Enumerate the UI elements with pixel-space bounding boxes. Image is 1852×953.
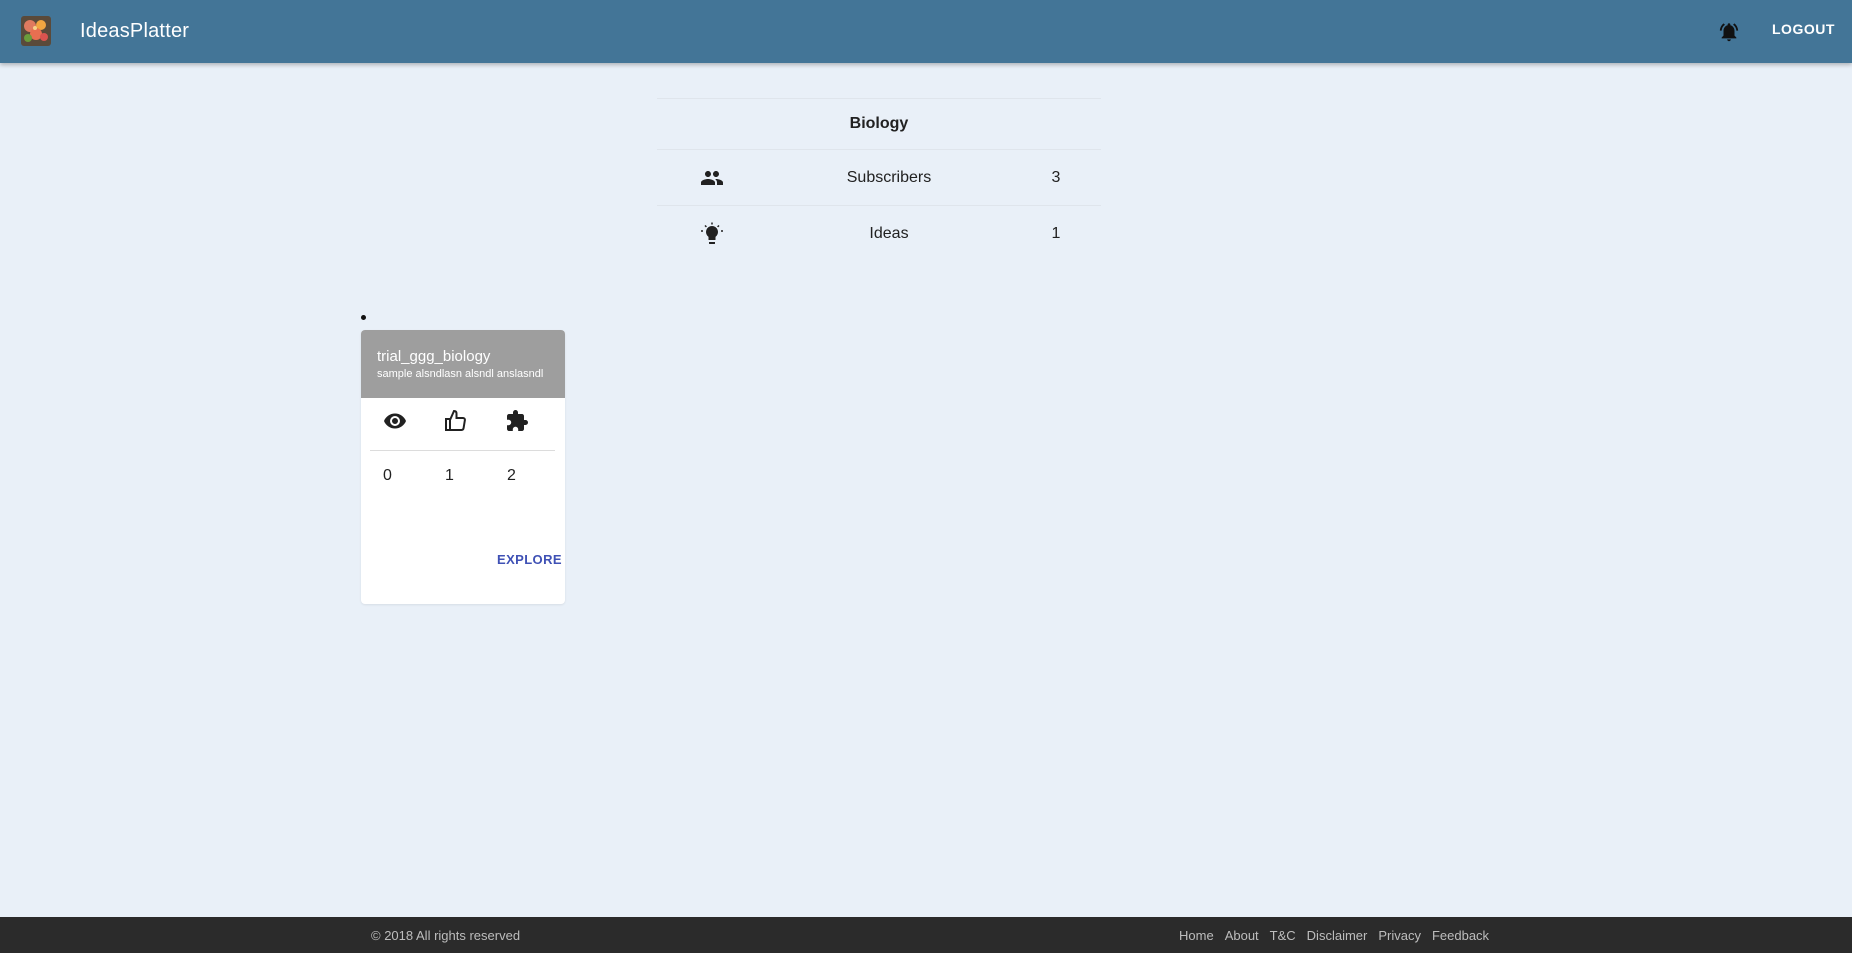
contributions-count: 2 [507,467,516,484]
topic-summary-table: Biology Subscribers 3 Ideas 1 [657,98,1101,261]
subscribers-label: Subscribers [846,168,932,186]
idea-card: trial_ggg_biology sample alsndlasn alsnd… [361,330,565,604]
footer-link-home[interactable]: Home [1179,928,1214,943]
idea-card-header: trial_ggg_biology sample alsndlasn alsnd… [361,330,565,398]
lightbulb-icon [701,222,723,244]
ideas-label: Ideas [869,224,909,242]
thumb-up-icon [445,409,466,431]
app-logo-icon[interactable] [21,16,51,46]
copyright-text: © 2018 All rights reserved [371,928,521,943]
eye-icon [384,413,406,429]
logout-button[interactable]: LOGOUT [1772,21,1835,41]
ideas-count: 1 [1051,224,1061,242]
idea-title: trial_ggg_biology [377,348,491,365]
explore-button[interactable]: EXPLORE [489,548,565,571]
footer-link-terms[interactable]: T&C [1270,928,1296,943]
footer-links: Home About T&C Disclaimer Privacy Feedba… [1179,928,1500,943]
idea-description: sample alsndlasn alsndl anslasndl [377,368,544,380]
subscribers-count: 3 [1051,168,1061,186]
idea-stats-icons [383,408,565,434]
bell-icon [1719,23,1739,42]
app-title[interactable]: IdeasPlatter [80,20,189,43]
card-divider [370,450,555,451]
footer-link-about[interactable]: About [1225,928,1259,943]
views-count: 0 [383,467,392,484]
puzzle-icon [507,410,528,431]
footer-link-feedback[interactable]: Feedback [1432,928,1489,943]
app-bar: IdeasPlatter LOGOUT [0,0,1852,63]
footer-link-disclaimer[interactable]: Disclaimer [1307,928,1368,943]
list-bullet [361,315,366,320]
ideas-row: Ideas 1 [657,205,1101,261]
notifications-button[interactable] [1714,17,1744,47]
footer-link-privacy[interactable]: Privacy [1378,928,1421,943]
subscribers-row: Subscribers 3 [657,149,1101,205]
people-icon [701,170,723,185]
topic-name: Biology [657,98,1101,149]
likes-count: 1 [445,467,454,484]
idea-stats-counts: 0 1 2 [383,467,565,485]
footer: © 2018 All rights reserved Home About T&… [0,917,1852,953]
